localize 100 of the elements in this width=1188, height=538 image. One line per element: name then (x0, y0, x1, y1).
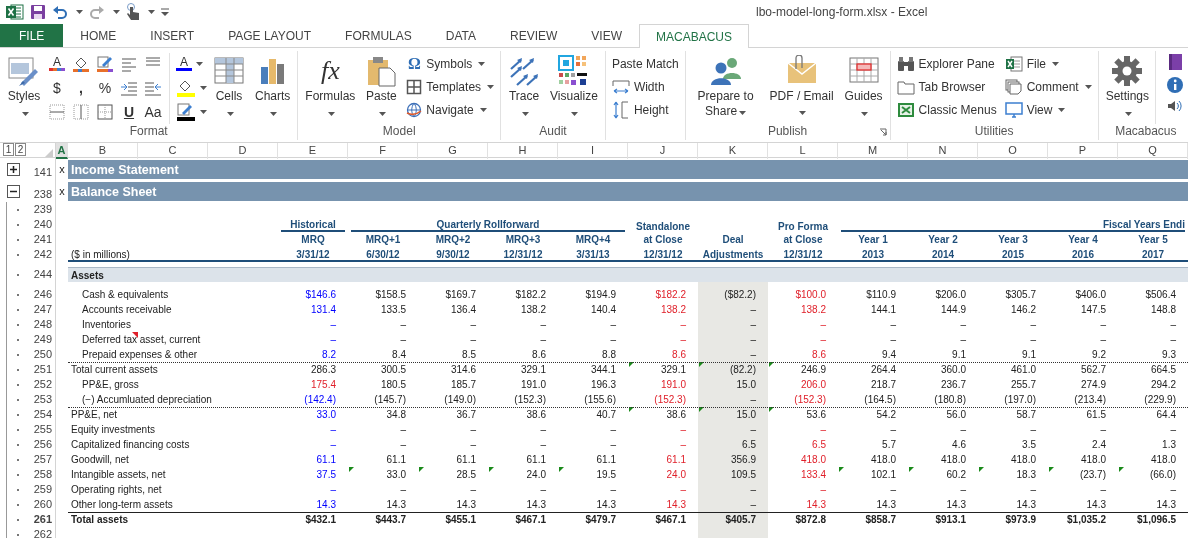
speaker-icon[interactable] (1167, 99, 1183, 113)
underline-button[interactable]: U (121, 104, 137, 120)
row-number[interactable]: 262 (33, 527, 52, 538)
ribbon-button[interactable]: PDF / Email (764, 51, 839, 124)
row-number[interactable]: 250 (33, 347, 52, 362)
row-number[interactable]: 255 (33, 422, 52, 437)
save-icon[interactable] (30, 4, 46, 20)
ribbon-button[interactable]: Height (608, 99, 682, 120)
currency-button[interactable]: $ (49, 80, 65, 96)
fill-color-icon[interactable] (72, 55, 90, 73)
font-color-button[interactable]: A (49, 57, 65, 71)
font-color-button[interactable]: A (176, 56, 192, 71)
ribbon-tab[interactable]: FORMULAS (328, 24, 429, 47)
column-header[interactable]: Q (1118, 143, 1188, 159)
ribbon-button[interactable]: Trace (504, 51, 545, 124)
ribbon-tab[interactable]: VIEW (574, 24, 639, 47)
collapse-button[interactable] (6, 184, 20, 198)
column-header[interactable]: C (138, 143, 208, 159)
ribbon-tab[interactable]: INSERT (133, 24, 212, 47)
ribbon-button[interactable]: Styles (3, 51, 45, 124)
row-number[interactable]: 238 (33, 187, 52, 202)
column-header[interactable]: O (978, 143, 1048, 159)
row-number[interactable]: 259 (33, 482, 52, 497)
column-header[interactable]: B (68, 143, 138, 159)
ribbon-button[interactable]: Explorer Pane (893, 53, 1000, 74)
info-icon[interactable] (1166, 76, 1184, 94)
column-header[interactable]: K (698, 143, 768, 159)
row-number[interactable]: 253 (33, 392, 52, 407)
change-case-button[interactable]: Aa (145, 104, 161, 120)
row-number[interactable]: 251 (33, 362, 52, 377)
ribbon-button[interactable]: File (1001, 53, 1095, 74)
ribbon-button[interactable]: Tab Browser (893, 76, 1000, 97)
row-number[interactable]: 257 (33, 452, 52, 467)
customize-icon[interactable] (161, 8, 169, 16)
ribbon-button[interactable]: Settings (1101, 51, 1153, 124)
border-color-icon[interactable] (96, 55, 114, 73)
row-number[interactable]: 141 (33, 165, 52, 180)
column-header[interactable]: L (768, 143, 838, 159)
row-number[interactable]: 260 (33, 497, 52, 512)
ribbon-button[interactable]: Templates (403, 76, 498, 97)
ribbon-tab[interactable]: DATA (428, 24, 493, 47)
spreadsheet-app-icon[interactable] (6, 4, 24, 20)
table-cell-text: (229.9) (1143, 393, 1177, 407)
ribbon-button[interactable]: Visualize (546, 51, 602, 124)
ribbon-button[interactable]: fx Formulas (301, 51, 360, 124)
table-cell-text: – (1029, 483, 1037, 497)
ribbon-tab[interactable]: MACABACUS (639, 24, 749, 48)
ribbon-button[interactable]: Charts (251, 51, 295, 124)
row-number[interactable]: 256 (33, 437, 52, 452)
comma-button[interactable]: , (73, 80, 89, 96)
column-header[interactable]: P (1048, 143, 1118, 159)
column-header[interactable]: E (278, 143, 348, 159)
ribbon-tab[interactable]: REVIEW (493, 24, 575, 47)
column-header[interactable]: F (348, 143, 418, 159)
column-header[interactable]: G (418, 143, 488, 159)
column-header[interactable]: N (908, 143, 978, 159)
hand-pointer-icon[interactable] (126, 3, 140, 21)
column-header[interactable]: D (208, 143, 278, 159)
dialog-launcher-icon[interactable] (878, 128, 887, 136)
percent-button[interactable]: % (97, 80, 113, 96)
expand-button[interactable] (6, 162, 20, 176)
ribbon-button[interactable]: Prepare to Share (688, 51, 763, 124)
column-header[interactable]: H (488, 143, 558, 159)
row-number[interactable]: 239 (33, 202, 52, 217)
ribbon-button[interactable]: View (1001, 99, 1095, 120)
pen-color-icon[interactable] (176, 101, 196, 122)
outline-level-button[interactable]: 2 (15, 143, 26, 156)
ribbon-button[interactable]: Paste Match (608, 53, 682, 74)
row-number[interactable]: 240 (33, 217, 52, 232)
column-header[interactable]: I (558, 143, 628, 159)
outline-level-button[interactable]: 1 (3, 143, 14, 156)
ribbon-button[interactable]: Classic Menus (893, 99, 1000, 120)
ribbon-button[interactable]: Ω Symbols (403, 53, 498, 74)
ribbon-tab[interactable]: HOME (63, 24, 134, 47)
ribbon-button[interactable]: Comment (1001, 76, 1095, 97)
ribbon-button[interactable]: Width (608, 76, 682, 97)
row-number[interactable]: 242 (33, 247, 52, 262)
row-number[interactable]: 244 (33, 267, 52, 282)
row-number[interactable]: 261 (33, 512, 52, 527)
row-number[interactable]: 252 (33, 377, 52, 392)
ribbon-button[interactable]: Paste (361, 51, 402, 124)
row-number[interactable]: 241 (33, 232, 52, 247)
row-number[interactable]: 248 (33, 317, 52, 332)
row-number[interactable]: 249 (33, 332, 52, 347)
row-number[interactable]: 246 (33, 287, 52, 302)
column-header[interactable]: A (56, 143, 68, 159)
grid-icon (213, 55, 245, 87)
row-number[interactable]: 254 (33, 407, 52, 422)
ribbon-button[interactable]: Cells (209, 51, 249, 124)
column-header[interactable]: J (628, 143, 698, 159)
file-tab[interactable]: FILE (0, 24, 64, 47)
column-header[interactable]: M (838, 143, 908, 159)
ribbon-tab[interactable]: PAGE LAYOUT (211, 24, 329, 47)
ribbon-button[interactable]: Guides (840, 51, 887, 124)
row-number[interactable]: 258 (33, 467, 52, 482)
ribbon-button[interactable]: Navigate (403, 99, 498, 120)
row-number[interactable]: 247 (33, 302, 52, 317)
undo-icon[interactable] (52, 4, 68, 20)
border-icon[interactable] (96, 103, 114, 121)
book-icon[interactable] (1167, 53, 1183, 71)
